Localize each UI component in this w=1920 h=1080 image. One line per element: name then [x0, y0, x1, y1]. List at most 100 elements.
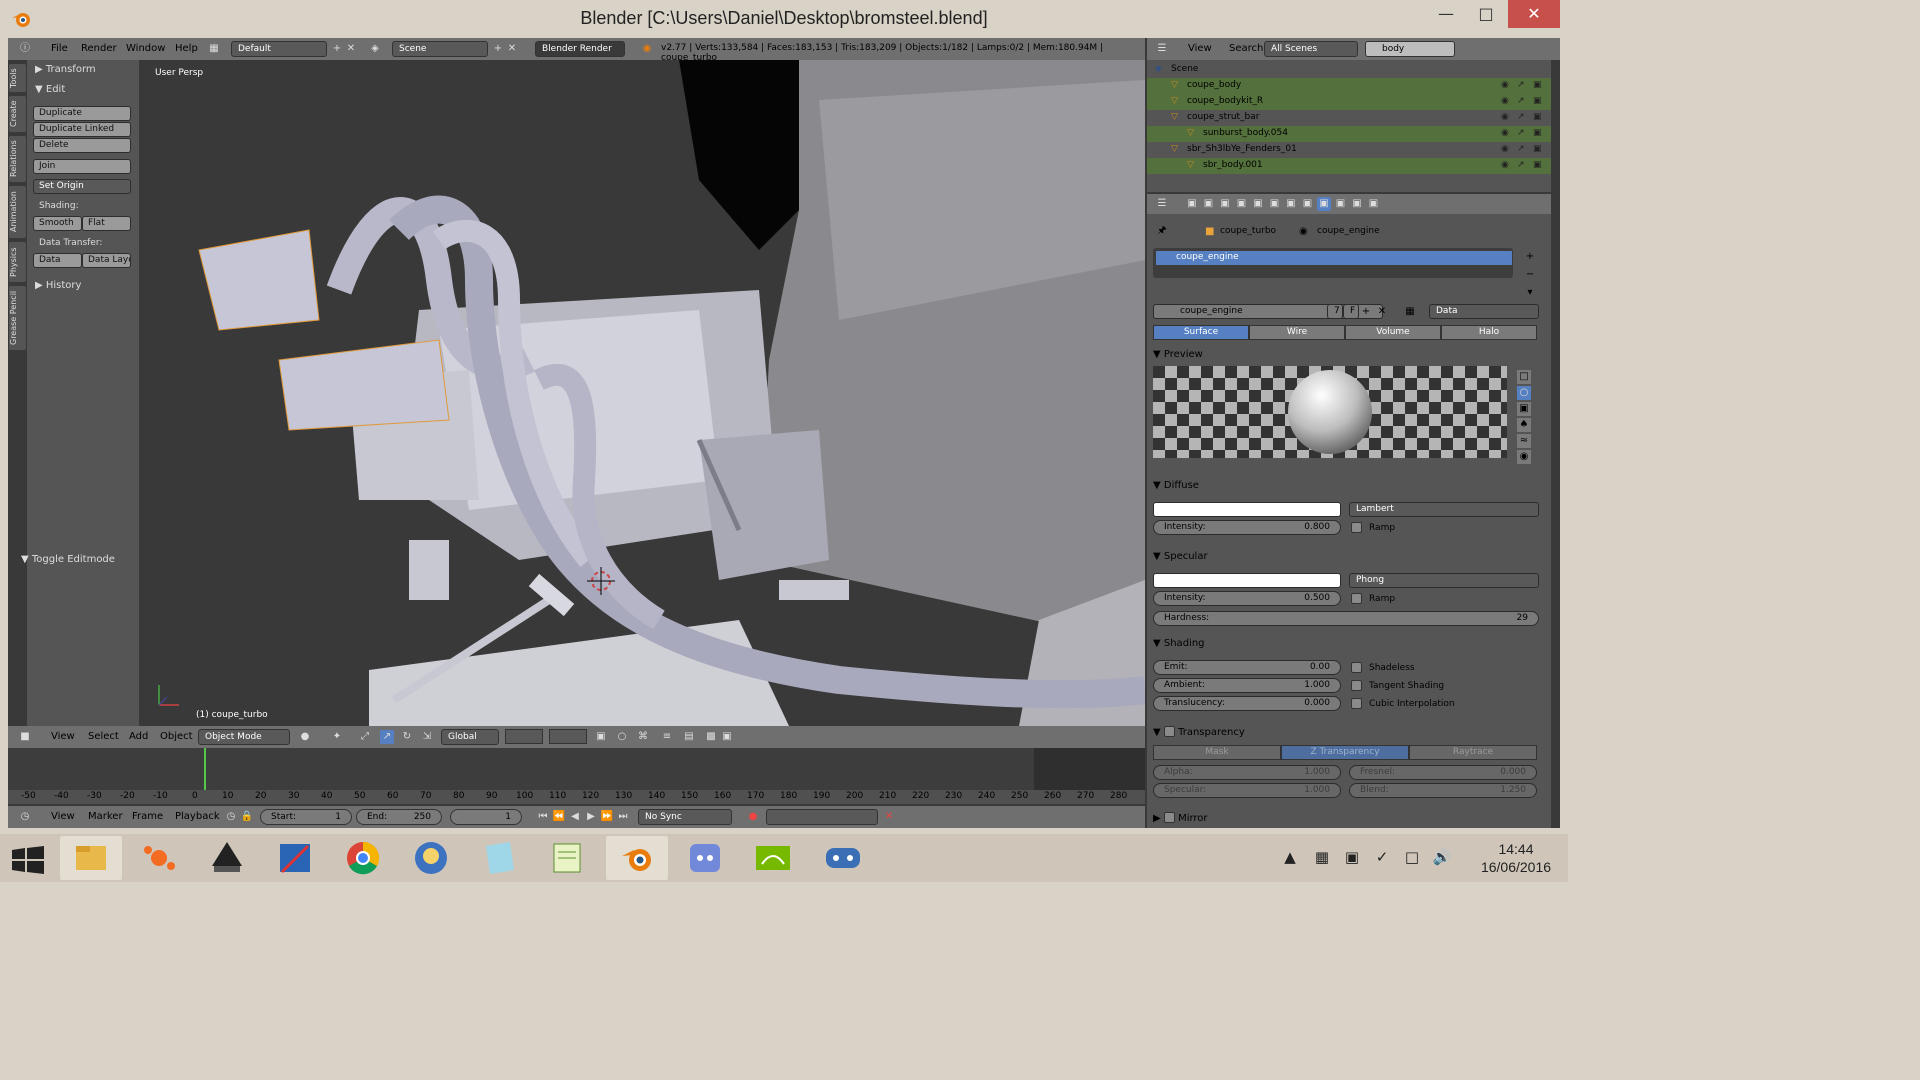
- data-transfer-button[interactable]: Data: [33, 253, 82, 268]
- render-camera-icon[interactable]: ▣: [1533, 128, 1542, 138]
- screen-layout-field[interactable]: Default: [231, 41, 327, 57]
- blend-field[interactable]: Blend: 1.250: [1349, 783, 1537, 798]
- vp-menu-select[interactable]: Select: [88, 731, 119, 742]
- jump-key-back-icon[interactable]: ⏪: [552, 810, 566, 824]
- shading-panel-header[interactable]: ▼ Shading: [1153, 638, 1205, 649]
- texture-context-icon[interactable]: ▣: [1334, 197, 1348, 211]
- outliner-row[interactable]: ▽ coupe_body ◉ ↗ ▣: [1147, 78, 1551, 94]
- snap-icon[interactable]: ⌘: [636, 730, 650, 744]
- history-panel-header[interactable]: ▶ History: [27, 276, 139, 296]
- slot-menu-icon[interactable]: ▾: [1523, 286, 1537, 300]
- particles-context-icon[interactable]: ▣: [1350, 197, 1364, 211]
- script-editor-icon[interactable]: [536, 836, 598, 880]
- vp-menu-object[interactable]: Object: [160, 731, 193, 742]
- scene-context-icon[interactable]: ▣: [1218, 197, 1232, 211]
- menu-file[interactable]: File: [51, 43, 68, 54]
- link-type-select[interactable]: Data: [1429, 304, 1539, 319]
- outliner-row[interactable]: ▽ sbr_Sh3lbYe_Fenders_01 ◉ ↗ ▣: [1147, 142, 1551, 158]
- properties-editor-icon[interactable]: ☰: [1155, 197, 1169, 211]
- chrome-icon[interactable]: [332, 836, 394, 880]
- preview-hair-icon[interactable]: ≈: [1517, 434, 1531, 448]
- unlink-material-icon[interactable]: ✕: [1375, 305, 1389, 319]
- scale-icon[interactable]: ⇲: [420, 730, 434, 744]
- close-button[interactable]: ✕: [1508, 0, 1560, 28]
- windows-start-icon[interactable]: [12, 846, 44, 874]
- specular-ramp-checkbox[interactable]: [1351, 593, 1362, 604]
- select-cursor-icon[interactable]: ↗: [1517, 144, 1525, 154]
- material-slot-list[interactable]: coupe_engine: [1153, 248, 1513, 278]
- visibility-eye-icon[interactable]: ◉: [1501, 160, 1509, 170]
- render-camera-icon[interactable]: ▣: [1533, 160, 1542, 170]
- info-editor-icon[interactable]: ⓘ: [18, 42, 32, 56]
- snap-target-icon[interactable]: ≡: [660, 730, 674, 744]
- network-tray-icon[interactable]: □: [1402, 848, 1422, 868]
- constraints-context-icon[interactable]: ▣: [1268, 197, 1282, 211]
- render-context-icon[interactable]: ▣: [1185, 197, 1199, 211]
- transform-panel-header[interactable]: ▶ Transform: [27, 60, 139, 80]
- add-scene-icon[interactable]: +: [491, 42, 505, 56]
- translate-icon[interactable]: ↗: [380, 730, 394, 744]
- remove-keying-icon[interactable]: ✕: [882, 810, 896, 824]
- specular-shader-select[interactable]: Phong: [1349, 573, 1539, 588]
- pivot-point-icon[interactable]: ✦: [330, 730, 344, 744]
- play-reverse-icon[interactable]: ◀: [568, 810, 582, 824]
- material-users-count[interactable]: 7: [1327, 304, 1343, 319]
- tab-halo[interactable]: Halo: [1441, 325, 1537, 340]
- current-frame-field[interactable]: 1: [450, 809, 522, 825]
- preview-sky-icon[interactable]: ◉: [1517, 450, 1531, 464]
- menu-help[interactable]: Help: [175, 43, 198, 54]
- object-context-icon[interactable]: ▣: [1251, 197, 1265, 211]
- 3d-view-editor-icon[interactable]: ■: [18, 730, 32, 744]
- modifiers-context-icon[interactable]: ▣: [1284, 197, 1298, 211]
- tab-grease-pencil[interactable]: Grease Pencil: [9, 286, 26, 350]
- visibility-eye-icon[interactable]: ◉: [1501, 112, 1509, 122]
- outliner-editor-icon[interactable]: ☰: [1155, 42, 1169, 56]
- data-context-icon[interactable]: ▣: [1301, 197, 1315, 211]
- transparency-z-button[interactable]: Z Transparency: [1281, 745, 1409, 760]
- visibility-eye-icon[interactable]: ◉: [1501, 144, 1509, 154]
- fallout-vault-boy-icon[interactable]: [400, 836, 462, 880]
- viewport-shading-icon[interactable]: ●: [298, 730, 312, 744]
- pin-icon[interactable]: 🖈: [1155, 224, 1169, 238]
- tab-animation[interactable]: Animation: [9, 186, 26, 238]
- outliner-menu-search[interactable]: Search: [1229, 43, 1263, 54]
- duplicate-linked-button[interactable]: Duplicate Linked: [33, 122, 131, 137]
- preview-cube-icon[interactable]: ▣: [1517, 402, 1531, 416]
- set-origin-select[interactable]: Set Origin: [33, 179, 131, 194]
- new-material-icon[interactable]: +: [1359, 305, 1373, 319]
- smooth-button[interactable]: Smooth: [33, 216, 82, 231]
- keying-set-field[interactable]: [766, 809, 878, 825]
- outliner-row[interactable]: ▽ sunburst_body.054 ◉ ↗ ▣: [1147, 126, 1551, 142]
- mode-select[interactable]: Object Mode: [198, 729, 290, 745]
- ambient-field[interactable]: Ambient: 1.000: [1153, 678, 1341, 693]
- tangent-shading-checkbox[interactable]: [1351, 680, 1362, 691]
- outliner-search-input[interactable]: body: [1365, 41, 1455, 57]
- timeline-editor-icon[interactable]: ◷: [18, 810, 32, 824]
- render-animation-icon[interactable]: ▩: [704, 730, 718, 744]
- timeline-area[interactable]: [8, 748, 1145, 796]
- cubic-interpolation-checkbox[interactable]: [1351, 698, 1362, 709]
- end-frame-field[interactable]: End: 250: [356, 809, 442, 825]
- current-frame-line[interactable]: [204, 748, 206, 792]
- proportional-edit-icon[interactable]: ○: [615, 730, 629, 744]
- outliner-row[interactable]: ▽ coupe_strut_bar ◉ ↗ ▣: [1147, 110, 1551, 126]
- world-context-icon[interactable]: ▣: [1235, 197, 1249, 211]
- preview-sphere-icon[interactable]: ○: [1517, 386, 1531, 400]
- specular-panel-header[interactable]: ▼ Specular: [1153, 551, 1208, 562]
- tl-menu-view[interactable]: View: [51, 811, 75, 822]
- material-context-icon[interactable]: ▣: [1317, 197, 1331, 211]
- diffuse-panel-header[interactable]: ▼ Diffuse: [1153, 480, 1199, 491]
- record-icon[interactable]: ●: [746, 810, 760, 824]
- display-tray-icon[interactable]: ▣: [1342, 848, 1362, 868]
- select-cursor-icon[interactable]: ↗: [1517, 112, 1525, 122]
- transparency-checkbox[interactable]: [1163, 726, 1175, 737]
- specular-intensity-field[interactable]: Intensity: 0.500: [1153, 591, 1341, 606]
- tab-physics[interactable]: Physics: [9, 242, 26, 282]
- preview-monkey-icon[interactable]: ♠: [1517, 418, 1531, 432]
- outliner-row[interactable]: ▽ coupe_bodykit_R ◉ ↗ ▣: [1147, 94, 1551, 110]
- jump-start-icon[interactable]: ⏮: [536, 810, 550, 824]
- outliner-display-select[interactable]: All Scenes: [1264, 41, 1358, 57]
- volume-tray-icon[interactable]: 🔊: [1432, 848, 1452, 868]
- preview-plane-icon[interactable]: □: [1517, 370, 1531, 384]
- jump-key-forward-icon[interactable]: ⏩: [600, 810, 614, 824]
